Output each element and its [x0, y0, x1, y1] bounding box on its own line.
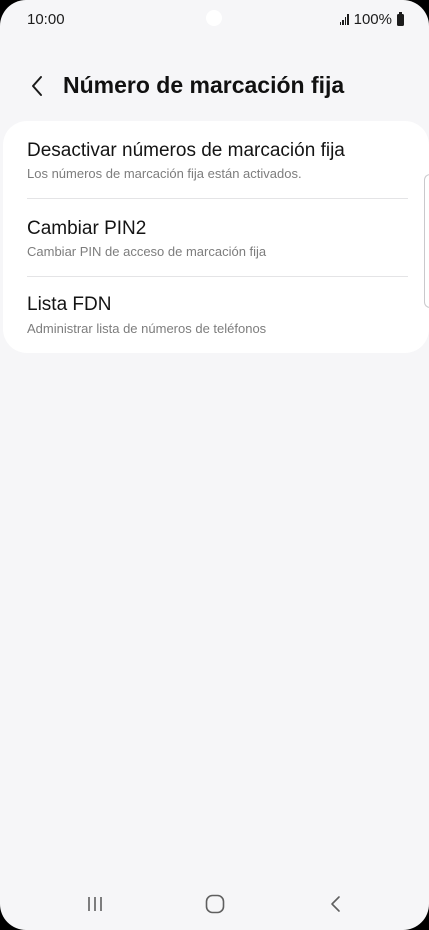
home-icon: [205, 894, 225, 914]
status-time: 10:00: [27, 11, 65, 28]
battery-icon: [397, 11, 404, 26]
home-button[interactable]: [195, 884, 235, 924]
setting-item-disable-fdn[interactable]: Desactivar números de marcación fija Los…: [3, 121, 429, 198]
setting-item-fdn-list[interactable]: Lista FDN Administrar lista de números d…: [3, 277, 429, 354]
phone-screen: 10:00 100% Número de marcación fija Desa…: [0, 0, 429, 930]
recent-apps-button[interactable]: [75, 884, 115, 924]
status-bar: 10:00 100%: [0, 0, 429, 40]
app-header: Número de marcación fija: [0, 64, 429, 108]
setting-item-subtitle: Administrar lista de números de teléfono…: [27, 321, 267, 336]
front-camera-cutout: [206, 10, 222, 26]
setting-item-subtitle: Cambiar PIN de acceso de marcación fija: [27, 244, 267, 259]
back-icon: [331, 896, 340, 912]
page-title: Número de marcación fija: [63, 72, 345, 98]
navigation-bar: [0, 880, 429, 930]
nav-back-button[interactable]: [316, 884, 356, 924]
scrollbar-handle[interactable]: [424, 174, 429, 308]
setting-item-title: Desactivar números de marcación fija: [27, 140, 345, 161]
settings-card: Desactivar números de marcación fija Los…: [3, 121, 429, 353]
chevron-left-icon: [32, 76, 42, 96]
setting-item-title: Lista FDN: [27, 294, 112, 315]
status-indicators: 100%: [339, 11, 404, 28]
signal-icon: [339, 14, 349, 25]
back-button[interactable]: [22, 70, 52, 102]
setting-item-change-pin2[interactable]: Cambiar PIN2 Cambiar PIN de acceso de ma…: [3, 199, 429, 276]
setting-item-title: Cambiar PIN2: [27, 218, 147, 239]
recent-apps-icon: [88, 897, 102, 911]
setting-item-subtitle: Los números de marcación fija están acti…: [27, 166, 302, 181]
battery-percentage: 100%: [353, 11, 392, 28]
